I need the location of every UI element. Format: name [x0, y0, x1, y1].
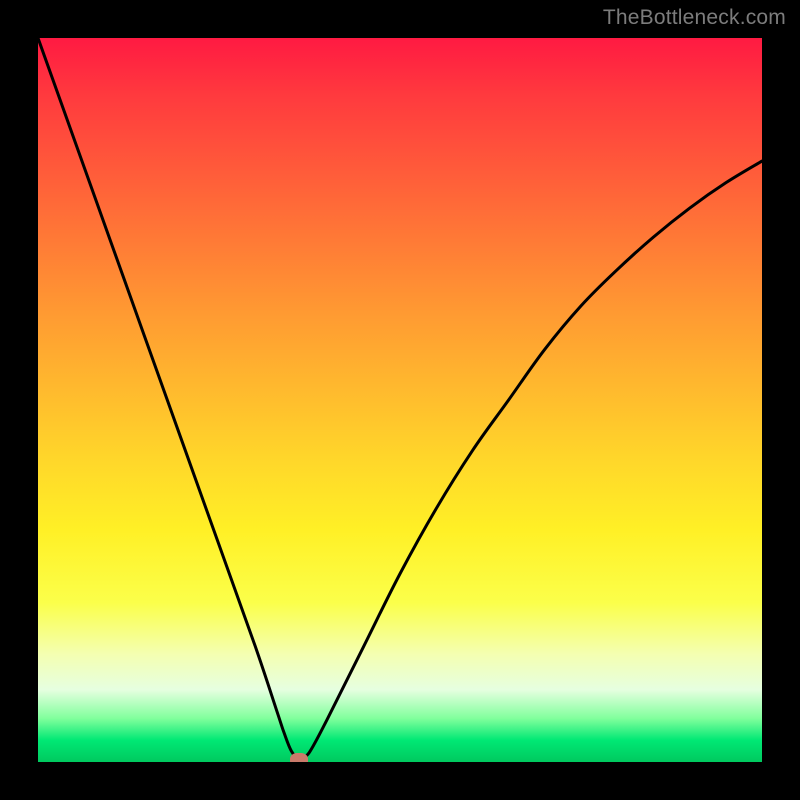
watermark-text: TheBottleneck.com [603, 6, 786, 30]
chart-frame: TheBottleneck.com [0, 0, 800, 800]
plot-area [38, 38, 762, 762]
bottleneck-curve-svg [38, 38, 762, 762]
bottleneck-curve [38, 38, 762, 759]
optimal-point-marker [290, 753, 308, 762]
